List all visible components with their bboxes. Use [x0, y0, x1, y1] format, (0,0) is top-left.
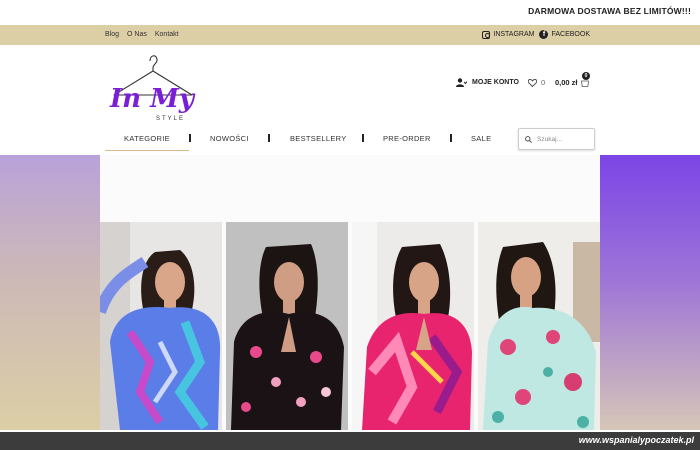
hero-photo-1[interactable]: [100, 222, 222, 430]
hero-banner: [0, 155, 700, 430]
heart-icon: [528, 78, 537, 87]
instagram-link[interactable]: INSTAGRAM: [482, 30, 535, 39]
hero-photo-4[interactable]: [478, 222, 600, 430]
wishlist-count: 0: [541, 78, 546, 87]
header: In My STYLE MOJE KONTO 0 0,00 zł 0: [0, 45, 700, 125]
hanger-logo-icon: In My STYLE: [109, 55, 196, 122]
facebook-label: FACEBOOK: [551, 31, 590, 38]
nav-separator: [450, 134, 452, 142]
footer-bar: www.wspanialypoczatek.pl: [0, 432, 700, 450]
woman-black-floral-dress-icon: [226, 222, 348, 430]
wishlist-link[interactable]: 0: [528, 78, 545, 87]
nav-bestsellery[interactable]: BESTSELLERY: [290, 134, 347, 143]
promo-bar: DARMOWA DOSTAWA BEZ LIMITÓW!!!: [0, 0, 700, 25]
top-links: Blog O Nas Kontakt: [105, 31, 179, 38]
social-links: INSTAGRAM f FACEBOOK: [482, 30, 590, 39]
user-icon: [456, 78, 467, 87]
account-label: MOJE KONTO: [472, 79, 519, 86]
top-bar: Blog O Nas Kontakt INSTAGRAM f FACEBOOK: [0, 25, 700, 45]
nav-separator: [189, 134, 191, 142]
nav-pre-order[interactable]: PRE-ORDER: [383, 134, 431, 143]
link-o-nas[interactable]: O Nas: [127, 31, 147, 38]
nav-separator: [362, 134, 364, 142]
search-input[interactable]: [537, 135, 589, 143]
logo-text: In My: [109, 84, 196, 114]
hero-panel: [100, 155, 600, 430]
link-blog[interactable]: Blog: [105, 31, 119, 38]
nav-kategorie[interactable]: KATEGORIE: [105, 134, 189, 151]
logo[interactable]: In My STYLE: [104, 49, 204, 123]
hero-photo-2[interactable]: [226, 222, 348, 430]
watermark-text: www.wspanialypoczatek.pl: [578, 435, 694, 445]
hero-photo-3[interactable]: [352, 222, 474, 430]
instagram-icon: [482, 30, 491, 39]
woman-blue-print-dress-icon: [100, 222, 222, 430]
nav-separator: [268, 134, 270, 142]
nav-nowosci[interactable]: NOWOŚCI: [210, 134, 249, 143]
instagram-label: INSTAGRAM: [493, 31, 535, 38]
facebook-link[interactable]: f FACEBOOK: [539, 30, 590, 39]
account-link[interactable]: MOJE KONTO: [456, 78, 519, 87]
nav-sale[interactable]: SALE: [471, 134, 491, 143]
main-nav: KATEGORIE NOWOŚCI BESTSELLERY PRE-ORDER …: [0, 125, 700, 155]
promo-text: DARMOWA DOSTAWA BEZ LIMITÓW!!!: [528, 6, 691, 16]
woman-mint-floral-dress-icon: [478, 222, 600, 430]
cart-count-badge: 0: [582, 72, 590, 80]
facebook-icon: f: [539, 30, 549, 39]
link-kontakt[interactable]: Kontakt: [155, 31, 179, 38]
search-icon[interactable]: [525, 135, 532, 143]
hero-gradient-right: [600, 155, 700, 430]
woman-pink-print-dress-icon: [352, 222, 474, 430]
search-box: [518, 128, 595, 150]
cart-total: 0,00 zł: [555, 78, 578, 87]
cart-link[interactable]: 0,00 zł 0: [555, 72, 590, 87]
logo-subtext: STYLE: [156, 116, 185, 122]
